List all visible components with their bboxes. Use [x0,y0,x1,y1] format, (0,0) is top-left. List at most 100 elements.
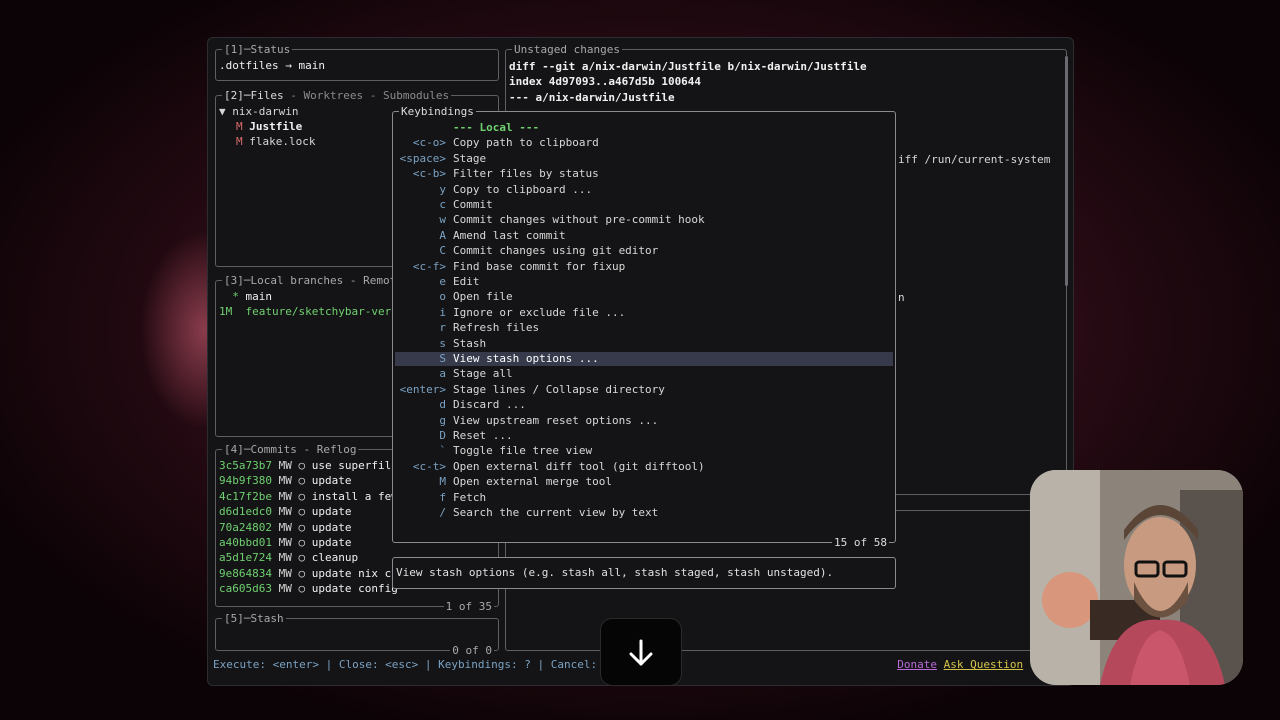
keybindings-title: Keybindings [399,105,476,118]
file-name: Justfile [249,120,303,133]
commit-message: update [311,505,352,519]
branch-row[interactable]: 1M feature/sketchybar-vert [219,304,398,319]
commit-hash: 94b9f380 [219,474,272,488]
stash-pane[interactable]: [5]─Stash 0 of 0 [215,612,499,657]
keybinding-item[interactable]: o Open file [395,290,893,304]
files-tab-label[interactable]: [2]─Files [224,89,284,102]
commit-message: update [311,474,352,488]
keybinding-description: Filter files by status [453,167,599,181]
keybinding-item[interactable]: <c-o> Copy path to clipboard [395,136,893,150]
presenter-video [1030,470,1243,685]
keybinding-key: S [439,352,446,365]
commit-row[interactable]: 3c5a73b7 MW ○ use superfile [219,458,398,473]
diff-line: --- a/nix-darwin/Justfile [509,90,675,104]
branch-prefix: * [219,290,246,303]
files-tab-rest[interactable]: - Worktrees - Submodules [284,89,449,102]
keybinding-key: g [439,413,446,427]
options-statusbar: Execute: <enter> | Close: <esc> | Keybin… [213,658,624,671]
keybinding-item[interactable]: D Reset ... [395,429,893,443]
keybinding-item[interactable]: i Ignore or exclude file ... [395,306,893,320]
keybinding-item[interactable]: g View upstream reset options ... [395,414,893,428]
commit-author: MW [278,474,292,488]
branch-name: main [245,290,273,303]
keybinding-key: <space> [399,151,446,165]
branch-row[interactable]: * main [219,289,272,304]
commit-row[interactable]: 9e864834 MW ○ update nix co [219,566,398,581]
keybinding-item[interactable]: d Discard ... [395,398,893,412]
keybinding-description: Search the current view by text [453,506,659,519]
keybinding-item[interactable]: y Copy to clipboard ... [395,183,893,197]
commit-row[interactable]: ca605d63 MW ○ update config [219,581,398,596]
keybinding-item[interactable]: s Stash [395,337,893,351]
files-dir-row[interactable]: ▼ nix-darwin [219,104,298,119]
keybinding-description: Reset ... [453,429,513,442]
keybinding-item[interactable]: a Stage all [395,367,893,381]
commit-row[interactable]: 4c17f2be MW ○ install a few [219,489,398,504]
diff-scrollbar[interactable] [1065,56,1068,286]
commit-hash: ca605d63 [219,582,272,596]
statusbar-right: Donate Ask Question 0. [897,658,1043,672]
file-status-badge: M [236,135,243,148]
diff-line: index 4d97093..a467d5b 100644 [509,75,702,89]
commit-author: MW [278,566,292,580]
keybinding-description: Open external diff tool (git difftool) [453,459,705,473]
keybinding-item[interactable]: r Refresh files [395,321,893,335]
keybinding-description: Stage [453,151,487,165]
commit-row[interactable]: 70a24802 MW ○ update [219,520,351,535]
commit-author: MW [278,520,292,534]
donate-link[interactable]: Donate [897,658,937,671]
keybinding-item[interactable]: f Fetch [395,491,893,505]
keybinding-item[interactable]: M Open external merge tool [395,475,893,489]
commit-author: MW [278,582,292,596]
keybinding-description: Refresh files [453,321,540,335]
commit-row[interactable]: a40bbd01 MW ○ update [219,535,351,550]
commit-graph-icon: ○ [298,551,306,565]
keybinding-item[interactable]: <space> Stage [395,152,893,166]
commit-row[interactable]: a5d1e724 MW ○ cleanup [219,550,358,565]
status-pane[interactable]: [1]─Status .dotfiles → main [215,43,499,81]
commit-hash: a5d1e724 [219,551,272,565]
keybinding-key: ` [439,444,446,458]
keybinding-description: Ignore or exclude file ... [453,305,626,319]
commit-row[interactable]: d6d1edc0 MW ○ update [219,504,351,519]
file-row[interactable]: M flake.lock [236,134,315,149]
commits-pane-title: [4]─Commits - Reflog [222,443,359,456]
files-pane-title: [2]─Files - Worktrees - Submodules [222,89,452,102]
commit-author: MW [278,489,292,503]
keybinding-description: Toggle file tree view [453,444,593,458]
keybinding-key: e [439,275,446,288]
keybinding-item[interactable]: <c-t> Open external diff tool (git diffto… [395,460,893,474]
keybinding-description: Open file [453,290,513,304]
branches-pane-title: [3]─Local branches - Remot [222,274,399,287]
commit-hash: a40bbd01 [219,536,272,549]
ask-question-link[interactable]: Ask Question [944,658,1023,671]
keybinding-key: / [439,506,446,519]
keybinding-key: <c-o> [412,136,446,150]
keybinding-item[interactable]: <c-b> Filter files by status [395,167,893,181]
keybinding-key: f [439,490,446,504]
keybindings-popup: Keybindings --- Local --- <c-o> Copy path … [392,105,896,549]
file-status-badge: M [236,120,243,133]
keybinding-item[interactable]: A Amend last commit [395,229,893,243]
file-name: flake.lock [249,135,316,148]
keybinding-item[interactable]: ` Toggle file tree view [395,444,893,458]
keybinding-item[interactable]: <enter> Stage lines / Collapse directory [395,383,893,397]
commit-author: MW [278,551,292,565]
keybinding-item[interactable]: w Commit changes without pre-commit hook [395,213,893,227]
keybinding-item[interactable]: C Commit changes using git editor [395,244,893,258]
keybinding-description: Stage lines / Collapse directory [453,382,665,396]
scroll-down-button[interactable] [600,618,682,686]
keybinding-item[interactable]: <c-f> Find base commit for fixup [395,260,893,274]
keybinding-item[interactable]: S View stash options ... [395,352,893,366]
stash-count: 0 of 0 [450,644,494,657]
keybinding-item[interactable]: / Search the current view by text [395,506,893,520]
keybinding-item[interactable]: c Commit [395,198,893,212]
file-row[interactable]: M Justfile [236,119,302,134]
commit-row[interactable]: 94b9f380 MW ○ update [219,473,351,488]
commit-hash: 4c17f2be [219,489,272,503]
commit-author: MW [278,536,292,549]
branch-prefix: 1M [219,305,246,318]
commit-graph-icon: ○ [298,566,306,580]
keybinding-description: Copy to clipboard ... [453,182,593,196]
keybinding-item[interactable]: e Edit [395,275,893,289]
